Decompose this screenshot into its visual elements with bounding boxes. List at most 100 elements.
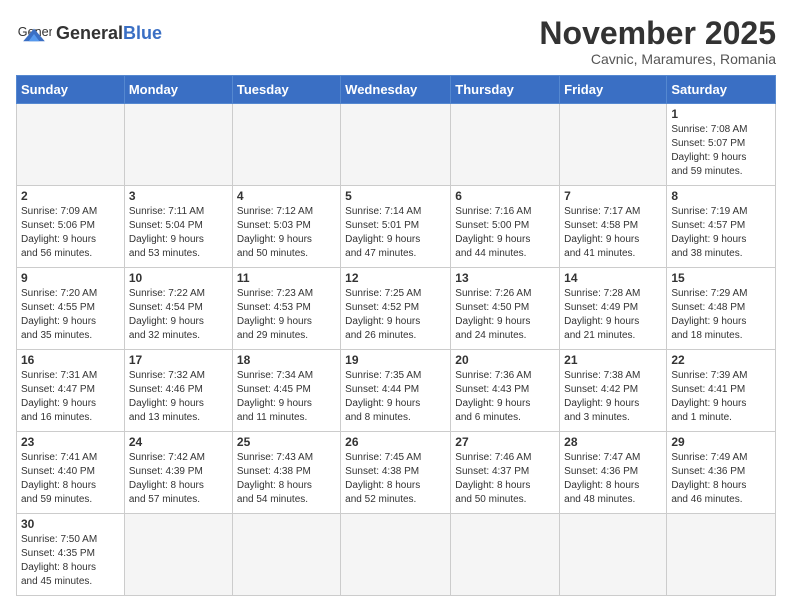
calendar-table: SundayMondayTuesdayWednesdayThursdayFrid…: [16, 75, 776, 596]
day-info: Sunrise: 7:46 AM Sunset: 4:37 PM Dayligh…: [455, 451, 555, 507]
day-info: Sunrise: 7:17 AM Sunset: 4:58 PM Dayligh…: [564, 205, 662, 261]
calendar-cell: [124, 514, 232, 596]
calendar-cell: 19Sunrise: 7:35 AM Sunset: 4:44 PM Dayli…: [341, 350, 451, 432]
day-info: Sunrise: 7:43 AM Sunset: 4:38 PM Dayligh…: [237, 451, 336, 507]
day-number: 8: [671, 189, 771, 203]
calendar-cell: [451, 104, 560, 186]
calendar-cell: [232, 104, 340, 186]
day-info: Sunrise: 7:20 AM Sunset: 4:55 PM Dayligh…: [21, 287, 120, 343]
month-title: November 2025: [539, 16, 776, 51]
weekday-header-wednesday: Wednesday: [341, 76, 451, 104]
day-info: Sunrise: 7:26 AM Sunset: 4:50 PM Dayligh…: [455, 287, 555, 343]
calendar-cell: 21 Sunrise: 7:38 AM Sunset: 4:42 PM Dayli…: [560, 350, 667, 432]
day-number: 5: [345, 189, 446, 203]
day-number: 3: [129, 189, 228, 203]
day-info: Sunrise: 7:28 AM Sunset: 4:49 PM Dayligh…: [564, 287, 662, 343]
day-info: Sunrise: 7:39 AM Sunset: 4:41 PM Dayligh…: [671, 369, 771, 425]
calendar-cell: [560, 514, 667, 596]
day-number: 28: [564, 435, 662, 449]
calendar-cell: 4Sunrise: 7:12 AM Sunset: 5:03 PM Daylig…: [232, 186, 340, 268]
calendar-cell: 28Sunrise: 7:47 AM Sunset: 4:36 PM Dayli…: [560, 432, 667, 514]
day-info: Sunrise: 7:41 AM Sunset: 4:40 PM Dayligh…: [21, 451, 120, 507]
day-info: Sunrise: 7:19 AM Sunset: 4:57 PM Dayligh…: [671, 205, 771, 261]
day-number: 10: [129, 271, 228, 285]
calendar-cell: 17 Sunrise: 7:32 AM Sunset: 4:46 PM Dayli…: [124, 350, 232, 432]
day-number: 7: [564, 189, 662, 203]
calendar-cell: [341, 514, 451, 596]
week-row-6: 30 Sunrise: 7:50 AM Sunset: 4:35 PM Dayli…: [17, 514, 776, 596]
week-row-4: 16Sunrise: 7:31 AM Sunset: 4:47 PM Dayli…: [17, 350, 776, 432]
day-info: Sunrise: 7:12 AM Sunset: 5:03 PM Dayligh…: [237, 205, 336, 261]
calendar-cell: 23Sunrise: 7:41 AM Sunset: 4:40 PM Dayli…: [17, 432, 125, 514]
day-info: Sunrise: 7:14 AM Sunset: 5:01 PM Dayligh…: [345, 205, 446, 261]
day-number: 2: [21, 189, 120, 203]
day-number: 1: [671, 107, 771, 121]
day-number: 14: [564, 271, 662, 285]
calendar-cell: 8 Sunrise: 7:19 AM Sunset: 4:57 PM Daylig…: [667, 186, 776, 268]
day-number: 17: [129, 353, 228, 367]
calendar-cell: 1 Sunrise: 7:08 AM Sunset: 5:07 PM Daylig…: [667, 104, 776, 186]
day-number: 30: [21, 517, 120, 531]
day-number: 9: [21, 271, 120, 285]
day-number: 26: [345, 435, 446, 449]
logo-icon: General: [16, 16, 52, 52]
calendar-cell: 18 Sunrise: 7:34 AM Sunset: 4:45 PM Dayli…: [232, 350, 340, 432]
calendar-cell: [232, 514, 340, 596]
logo: General GeneralBlue: [16, 16, 162, 52]
day-number: 15: [671, 271, 771, 285]
day-number: 27: [455, 435, 555, 449]
calendar-cell: 6 Sunrise: 7:16 AM Sunset: 5:00 PM Daylig…: [451, 186, 560, 268]
calendar-cell: [667, 514, 776, 596]
day-number: 11: [237, 271, 336, 285]
calendar-cell: 16Sunrise: 7:31 AM Sunset: 4:47 PM Dayli…: [17, 350, 125, 432]
weekday-header-sunday: Sunday: [17, 76, 125, 104]
calendar-cell: [560, 104, 667, 186]
day-number: 18: [237, 353, 336, 367]
calendar-cell: 24 Sunrise: 7:42 AM Sunset: 4:39 PM Dayli…: [124, 432, 232, 514]
day-info: Sunrise: 7:29 AM Sunset: 4:48 PM Dayligh…: [671, 287, 771, 343]
day-info: Sunrise: 7:42 AM Sunset: 4:39 PM Dayligh…: [129, 451, 228, 507]
calendar-cell: 13Sunrise: 7:26 AM Sunset: 4:50 PM Dayli…: [451, 268, 560, 350]
day-info: Sunrise: 7:36 AM Sunset: 4:43 PM Dayligh…: [455, 369, 555, 425]
calendar-cell: [451, 514, 560, 596]
day-number: 21: [564, 353, 662, 367]
weekday-header-thursday: Thursday: [451, 76, 560, 104]
day-number: 6: [455, 189, 555, 203]
day-info: Sunrise: 7:38 AM Sunset: 4:42 PM Dayligh…: [564, 369, 662, 425]
calendar-cell: 25 Sunrise: 7:43 AM Sunset: 4:38 PM Dayli…: [232, 432, 340, 514]
day-info: Sunrise: 7:08 AM Sunset: 5:07 PM Dayligh…: [671, 123, 771, 179]
weekday-header-saturday: Saturday: [667, 76, 776, 104]
day-number: 22: [671, 353, 771, 367]
calendar-cell: 2 Sunrise: 7:09 AM Sunset: 5:06 PM Daylig…: [17, 186, 125, 268]
day-number: 16: [21, 353, 120, 367]
day-number: 12: [345, 271, 446, 285]
weekday-header-tuesday: Tuesday: [232, 76, 340, 104]
day-info: Sunrise: 7:49 AM Sunset: 4:36 PM Dayligh…: [671, 451, 771, 507]
calendar-cell: 9 Sunrise: 7:20 AM Sunset: 4:55 PM Daylig…: [17, 268, 125, 350]
day-info: Sunrise: 7:50 AM Sunset: 4:35 PM Dayligh…: [21, 533, 120, 589]
calendar-cell: 27 Sunrise: 7:46 AM Sunset: 4:37 PM Dayli…: [451, 432, 560, 514]
day-info: Sunrise: 7:34 AM Sunset: 4:45 PM Dayligh…: [237, 369, 336, 425]
day-info: Sunrise: 7:16 AM Sunset: 5:00 PM Dayligh…: [455, 205, 555, 261]
calendar-cell: 5 Sunrise: 7:14 AM Sunset: 5:01 PM Daylig…: [341, 186, 451, 268]
day-info: Sunrise: 7:32 AM Sunset: 4:46 PM Dayligh…: [129, 369, 228, 425]
week-row-2: 2 Sunrise: 7:09 AM Sunset: 5:06 PM Daylig…: [17, 186, 776, 268]
calendar-cell: [17, 104, 125, 186]
weekday-header-row: SundayMondayTuesdayWednesdayThursdayFrid…: [17, 76, 776, 104]
location-subtitle: Cavnic, Maramures, Romania: [539, 51, 776, 67]
weekday-header-monday: Monday: [124, 76, 232, 104]
weekday-header-friday: Friday: [560, 76, 667, 104]
calendar-cell: 12Sunrise: 7:25 AM Sunset: 4:52 PM Dayli…: [341, 268, 451, 350]
day-info: Sunrise: 7:11 AM Sunset: 5:04 PM Dayligh…: [129, 205, 228, 261]
calendar-cell: 7 Sunrise: 7:17 AM Sunset: 4:58 PM Daylig…: [560, 186, 667, 268]
week-row-5: 23Sunrise: 7:41 AM Sunset: 4:40 PM Dayli…: [17, 432, 776, 514]
calendar-cell: 26Sunrise: 7:45 AM Sunset: 4:38 PM Dayli…: [341, 432, 451, 514]
calendar-cell: 11Sunrise: 7:23 AM Sunset: 4:53 PM Dayli…: [232, 268, 340, 350]
calendar-cell: 22 Sunrise: 7:39 AM Sunset: 4:41 PM Dayli…: [667, 350, 776, 432]
week-row-1: 1 Sunrise: 7:08 AM Sunset: 5:07 PM Daylig…: [17, 104, 776, 186]
day-info: Sunrise: 7:09 AM Sunset: 5:06 PM Dayligh…: [21, 205, 120, 261]
day-number: 25: [237, 435, 336, 449]
calendar-cell: 20Sunrise: 7:36 AM Sunset: 4:43 PM Dayli…: [451, 350, 560, 432]
day-number: 24: [129, 435, 228, 449]
calendar-cell: [341, 104, 451, 186]
